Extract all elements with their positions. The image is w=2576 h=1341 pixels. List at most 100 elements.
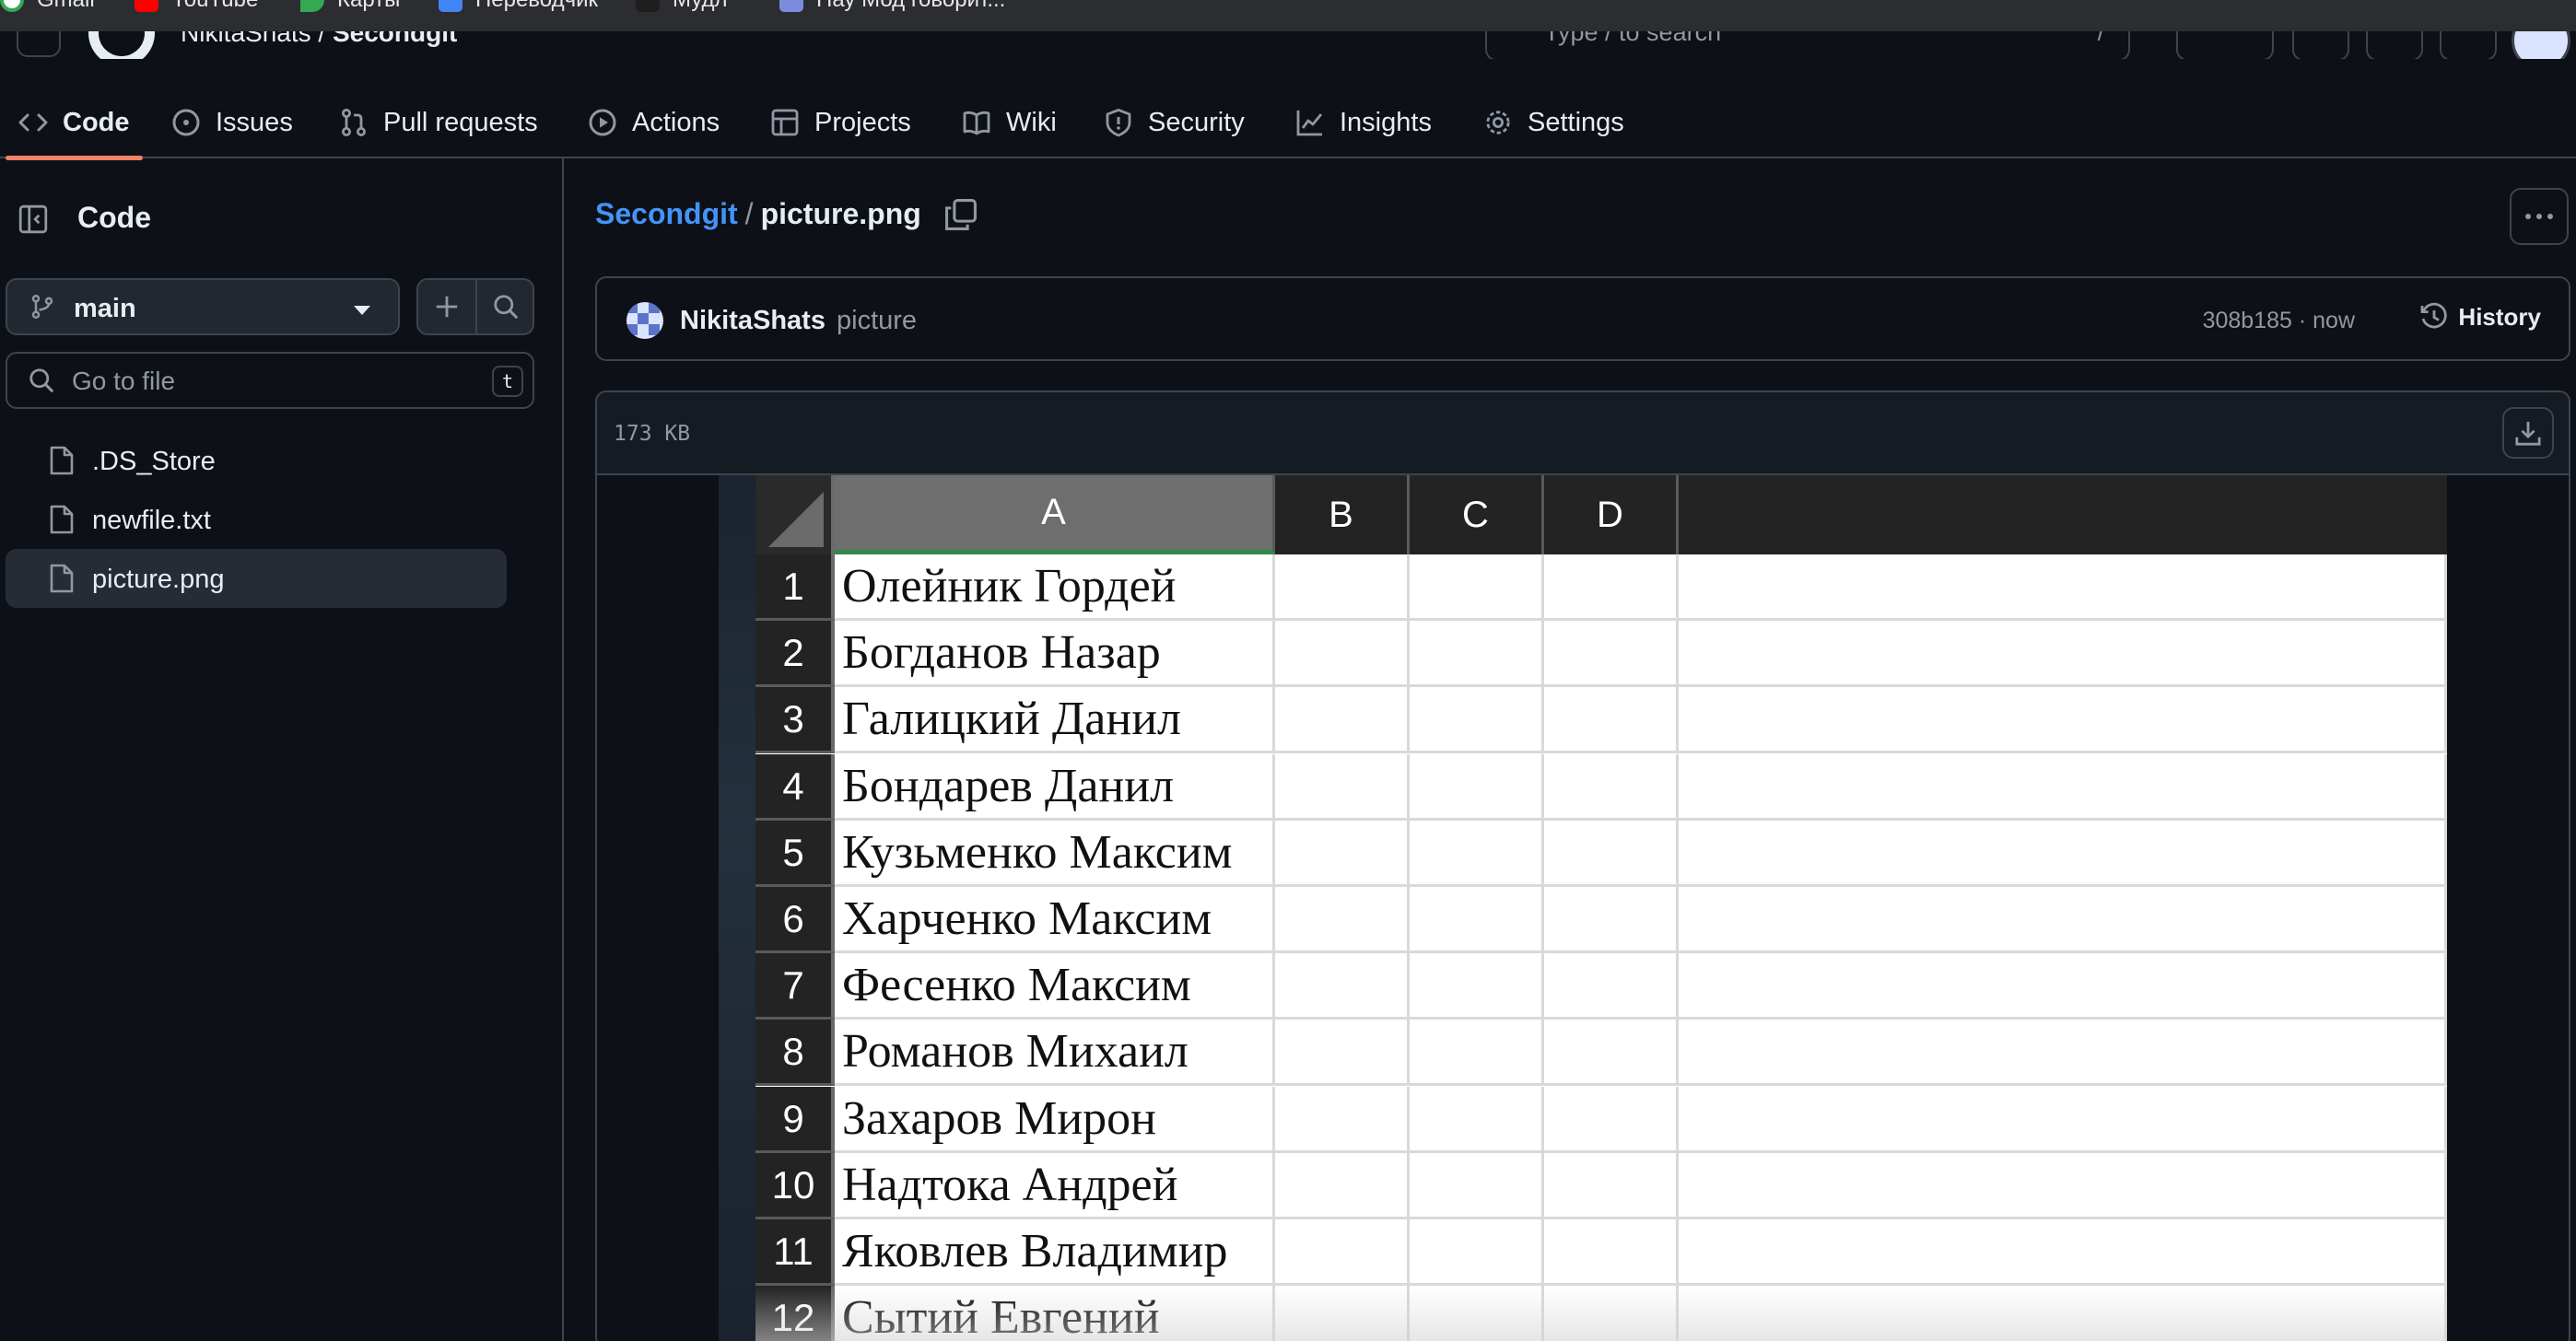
owner-link[interactable]: NikitaShats [181,31,311,47]
tab-insights[interactable]: Insights [1295,87,1432,158]
inbox-button[interactable] [2440,31,2497,59]
empty-cell [1679,687,2447,753]
bookmark-label: Карты [337,0,400,13]
empty-cell [1679,953,2447,1020]
tab-settings[interactable]: Settings [1483,87,1624,158]
empty-cell [1275,554,1410,621]
name-cell: Богданов Назар [835,621,1275,687]
tab-pull-requests[interactable]: Pull requests [339,87,538,158]
tab-issues[interactable]: Issues [171,87,293,158]
select-all-corner [755,475,835,554]
commit-author[interactable]: NikitaShats [680,306,825,336]
name-cell: Бондарев Данил [835,754,1275,821]
name-cell: Галицкий Данил [835,687,1275,753]
global-header: NikitaShats / Secondgit Type / to search… [0,31,2576,59]
file-name: newfile.txt [92,506,211,535]
copy-path-button[interactable] [943,197,978,232]
youtube-icon [135,0,158,12]
tab-wiki[interactable]: Wiki [962,87,1057,158]
empty-cell [1544,887,1679,953]
name-cell: Захаров Мирон [835,1087,1275,1153]
empty-cell [1275,953,1410,1020]
tab-projects[interactable]: Projects [770,87,911,158]
commit-message[interactable]: picture [837,306,917,336]
column-header [1679,475,2447,554]
copy-icon [945,199,977,230]
empty-cell [1275,1153,1410,1219]
empty-cell [1410,1219,1544,1286]
image-preview: A B C D 1 Олейник Гордей 2 Богданов Назар 3 Г… [719,475,2447,1341]
image-edge [719,475,755,1341]
repo-nav: Code Issues Pull requests Actions Projec… [0,87,2576,160]
empty-cell [1410,754,1544,821]
empty-cell [1275,687,1410,753]
empty-cell [1275,1087,1410,1153]
row-number: 5 [755,821,835,887]
go-to-file-input[interactable]: Go to file t [6,352,534,409]
bookmark-moodle[interactable]: Мудл [636,0,727,13]
bookmark-maps[interactable]: Карты [300,0,400,13]
file-name: picture.png [92,565,225,594]
tab-code[interactable]: Code [6,87,142,160]
branch-selector[interactable]: main [6,278,400,335]
more-options-button[interactable] [2510,188,2569,245]
file-path-breadcrumb: Secondgit / picture.png [595,197,921,231]
name-cell: Надтока Андрей [835,1153,1275,1219]
empty-cell [1679,554,2447,621]
collapse-sidebar-button[interactable] [6,192,61,247]
search-files-button[interactable] [477,280,534,333]
tab-label: Code [63,107,130,137]
file-tree-item-selected[interactable]: picture.png [6,549,507,608]
empty-cell [1544,687,1679,753]
file-tree-item[interactable]: .DS_Store [6,431,507,490]
chevron-down-icon [354,306,370,315]
kebab-dot [2547,214,2553,219]
name-cell: Романов Михаил [835,1020,1275,1086]
breadcrumb-separator: / [318,31,326,47]
empty-cell [1679,621,2447,687]
user-avatar[interactable] [2512,31,2570,59]
branch-icon [31,295,53,319]
file-tree-item[interactable]: newfile.txt [6,490,507,549]
empty-cell [1679,887,2447,953]
name-cell: Кузьменко Максим [835,821,1275,887]
global-search-input[interactable]: Type / to search / [1485,31,2130,59]
tab-actions[interactable]: Actions [588,87,720,158]
add-file-button[interactable] [418,280,475,333]
tab-security[interactable]: Security [1104,87,1245,158]
map-pin-icon [300,0,324,12]
issues-button[interactable] [2292,31,2349,59]
plus-icon [436,296,458,318]
repo-root-link[interactable]: Secondgit [595,197,738,231]
bookmark-translate[interactable]: Переводчик [439,0,598,13]
create-new-button[interactable] [2176,31,2274,59]
book-icon [963,111,990,135]
empty-cell [1410,1153,1544,1219]
sidebar-collapse-icon [18,204,48,234]
row-number: 6 [755,887,835,953]
tab-label: Pull requests [383,107,538,137]
github-logo-icon[interactable] [88,31,155,59]
download-button[interactable] [2502,407,2554,459]
bookmark-gmail[interactable]: Gmail [0,0,95,13]
file-size: 173 KB [614,422,691,446]
empty-cell [1544,1020,1679,1086]
issue-icon [172,109,200,136]
file-viewer-header: 173 KB [597,392,2569,475]
empty-cell [1544,1153,1679,1219]
tab-label: Projects [814,107,911,137]
pull-requests-button[interactable] [2366,31,2423,59]
menu-button[interactable] [17,31,61,57]
kebab-dot [2525,214,2531,219]
bookmark-youtube[interactable]: YouTube [135,0,258,13]
author-avatar[interactable] [626,302,663,339]
bookmark-other[interactable]: Нау Мод говорит... [779,0,1005,13]
bookmark-icon [779,0,803,12]
history-button[interactable]: History [2419,302,2541,332]
current-file-name: picture.png [760,197,921,230]
commit-hash-time[interactable]: 308b185 · now [2203,308,2355,334]
name-cell: Яковлев Владимир [835,1219,1275,1286]
file-actions-group [416,278,534,335]
repo-link[interactable]: Secondgit [333,31,457,47]
empty-cell [1544,1219,1679,1286]
